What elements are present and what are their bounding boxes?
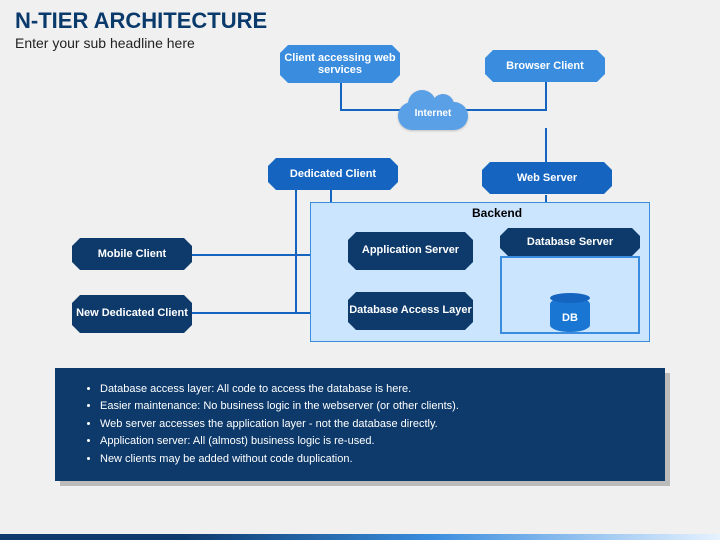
backend-label: Backend — [472, 206, 522, 220]
connector — [340, 109, 400, 111]
page-subtitle: Enter your sub headline here — [15, 35, 195, 51]
note-item: Application server: All (almost) busines… — [100, 434, 635, 449]
note-item: New clients may be added without code du… — [100, 452, 635, 467]
footer-gradient — [0, 534, 720, 540]
node-app-server: Application Server — [348, 232, 473, 270]
note-item: Web server accesses the application laye… — [100, 417, 635, 432]
node-webserver: Web Server — [482, 162, 612, 194]
node-new-dedicated: New Dedicated Client — [72, 295, 192, 333]
cloud-label: Internet — [398, 108, 468, 119]
node-dedicated: Dedicated Client — [268, 158, 398, 190]
db-label: DB — [562, 312, 578, 324]
node-browser: Browser Client — [485, 50, 605, 82]
connector — [295, 180, 297, 314]
node-client-web: Client accessing web services — [280, 45, 400, 83]
note-item: Database access layer: All code to acces… — [100, 382, 635, 397]
note-item: Easier maintenance: No business logic in… — [100, 399, 635, 414]
notes-list: Database access layer: All code to acces… — [85, 382, 635, 467]
node-db-server: Database Server — [500, 228, 640, 256]
node-mobile: Mobile Client — [72, 238, 192, 270]
connector — [545, 128, 547, 163]
notes-panel: Database access layer: All code to acces… — [55, 368, 665, 481]
connector — [545, 81, 547, 111]
connector — [340, 81, 342, 111]
node-dal: Database Access Layer — [348, 292, 473, 330]
page-title: N-TIER ARCHITECTURE — [15, 8, 267, 34]
connector — [465, 109, 547, 111]
node-internet: Internet — [398, 92, 468, 132]
db-sub-panel: DB — [500, 256, 640, 334]
